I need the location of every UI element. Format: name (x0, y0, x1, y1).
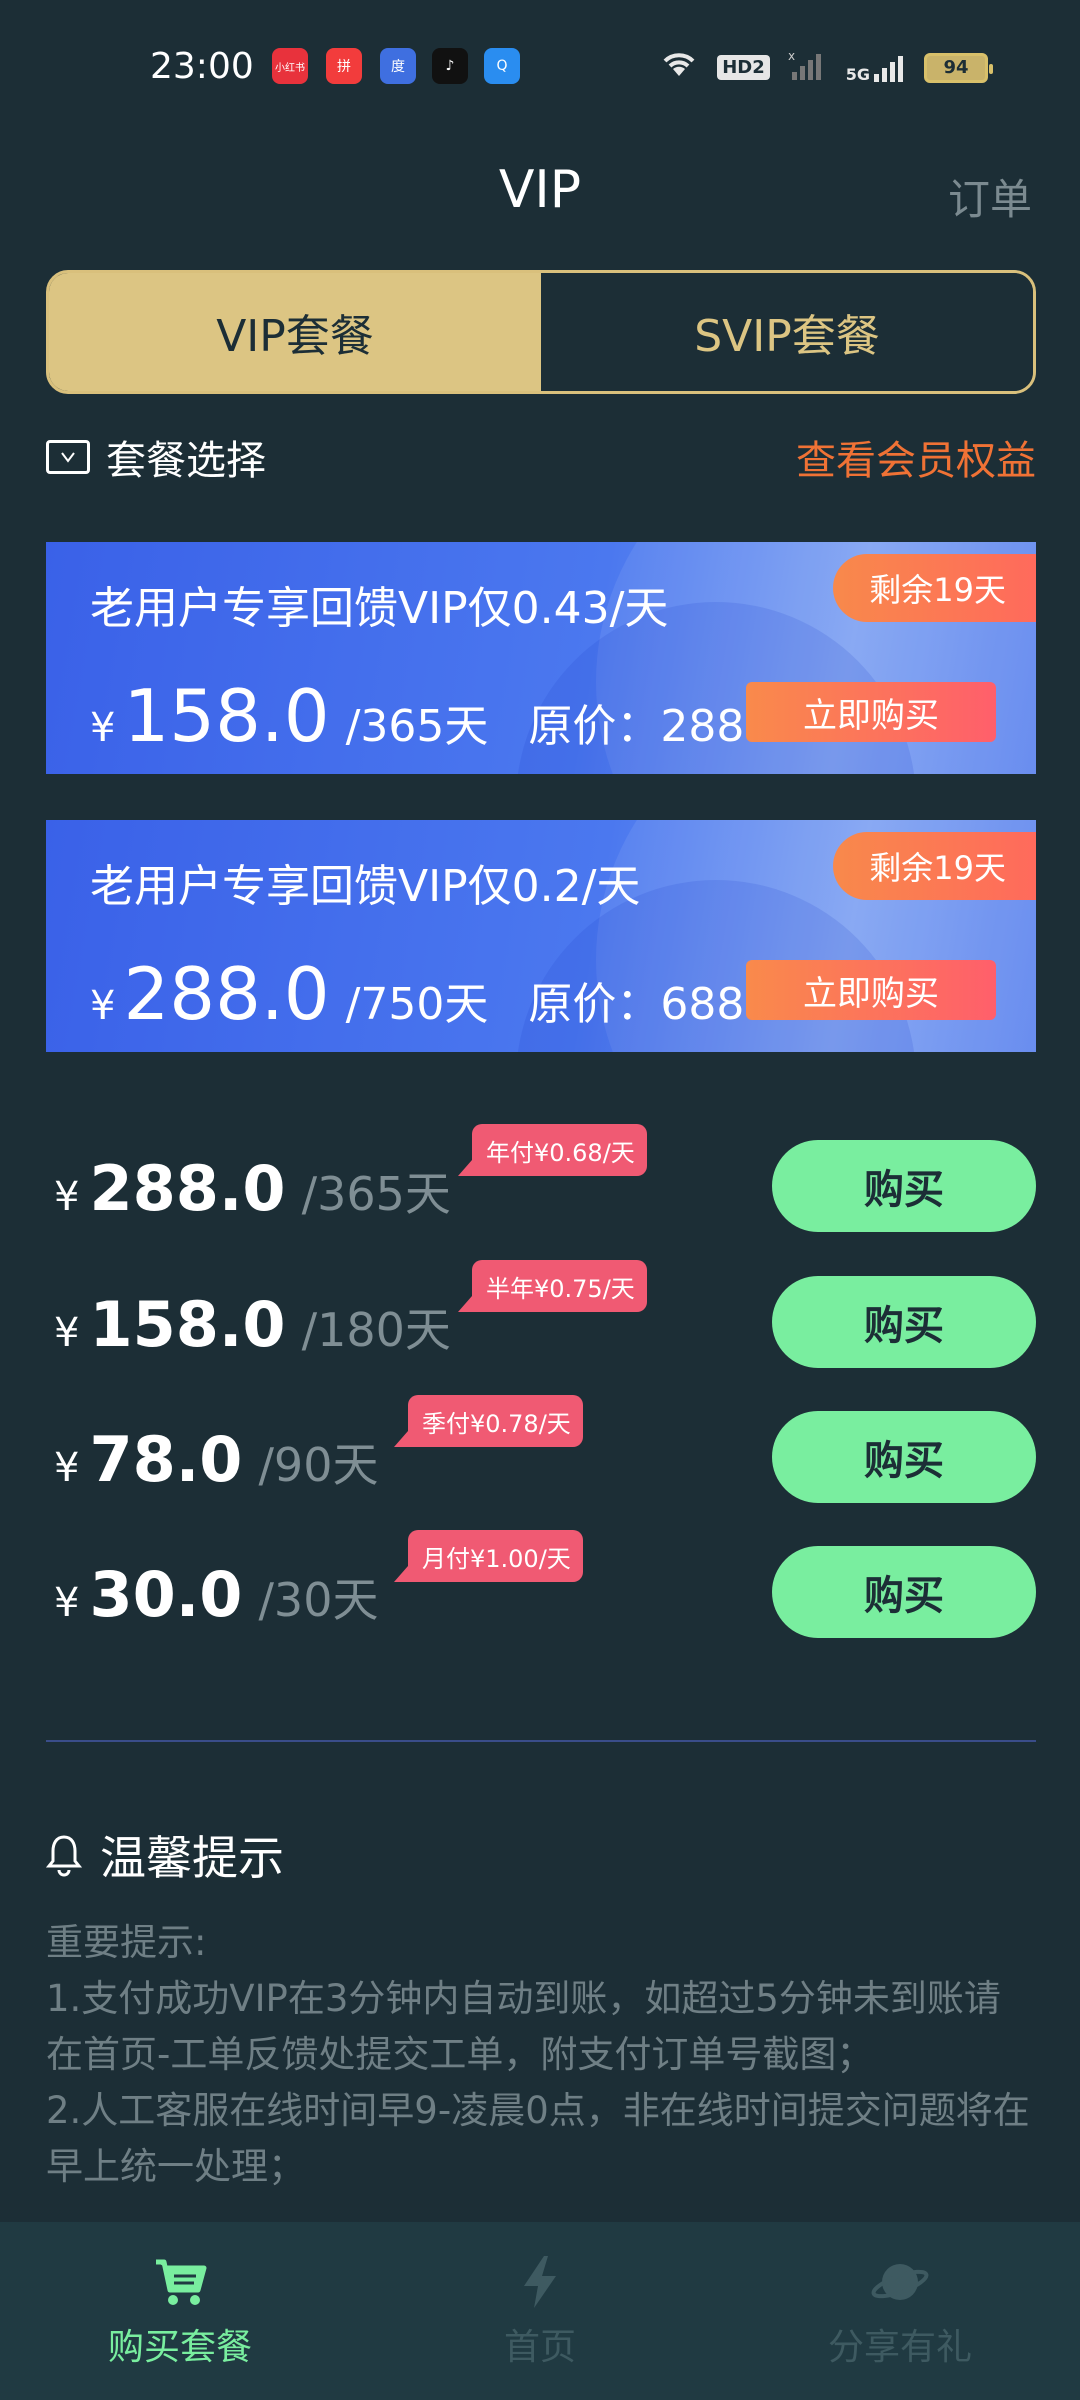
search-app-icon: Q (484, 48, 520, 84)
tips-line: 1.支付成功VIP在3分钟内自动到账，如超过5分钟未到账请在首页-工单反馈处提交… (46, 1977, 1001, 2076)
plan-per-day-tag: 年付¥0.68/天 (458, 1124, 647, 1176)
tips-line: 重要提示: (46, 1921, 207, 1964)
orders-button[interactable]: 订单 (948, 166, 1032, 227)
plan-row-half-year: ¥ 158.0 /180天 半年¥0.75/天 购买 (46, 1260, 1036, 1378)
promo-period: /750天 (345, 979, 489, 1030)
status-indicators: HD2 x 5G 94 (659, 48, 993, 87)
plan-price-wrap: ¥ 30.0 /30天 (54, 1558, 378, 1631)
nav-label: 购买套餐 (107, 2327, 252, 2368)
plan-row-monthly: ¥ 30.0 /30天 月付¥1.00/天 购买 (46, 1530, 1036, 1648)
promo-price-row: ¥ 158.0 /365天 原价：288.0 (90, 674, 786, 758)
planet-icon (870, 2252, 930, 2312)
buy-now-button[interactable]: 立即购买 (746, 960, 996, 1020)
plan-price: 158.0 (89, 1288, 286, 1361)
tab-vip[interactable]: VIP套餐 (49, 273, 541, 391)
plan-price: 30.0 (89, 1558, 243, 1631)
section-title: 套餐选择 (46, 428, 266, 486)
plan-per-day-tag: 月付¥1.00/天 (394, 1530, 583, 1582)
promo-card[interactable]: 老用户专享回馈VIP仅0.43/天 剩余19天 ¥ 158.0 /365天 原价… (46, 542, 1036, 774)
signal-5g-icon: 5G (846, 52, 906, 84)
battery-icon: 94 (924, 52, 993, 83)
currency-symbol: ¥ (54, 1445, 80, 1491)
promo-price: 288.0 (123, 952, 330, 1036)
plan-period: /365天 (301, 1167, 451, 1221)
plan-type-tabs: VIP套餐 SVIP套餐 (46, 270, 1036, 394)
plan-price-wrap: ¥ 158.0 /180天 (54, 1288, 451, 1361)
bell-icon (45, 1833, 83, 1877)
plan-row-quarterly: ¥ 78.0 /90天 季付¥0.78/天 购买 (46, 1395, 1036, 1513)
nav-home[interactable]: 首页 (360, 2222, 720, 2400)
wifi-icon (659, 48, 699, 87)
nav-label: 首页 (503, 2327, 576, 2368)
view-benefits-link[interactable]: 查看会员权益 (796, 428, 1036, 486)
package-selection-row: 套餐选择 查看会员权益 (46, 428, 1036, 488)
plan-per-day-tag: 半年¥0.75/天 (458, 1260, 647, 1312)
bottom-nav: 购买套餐 首页 分享有礼 (0, 2222, 1080, 2400)
promo-price: 158.0 (123, 674, 330, 758)
baidu-app-icon: 度 (380, 48, 416, 84)
lightning-icon (510, 2252, 570, 2312)
section-divider (46, 1740, 1036, 1742)
tips-line: 2.人工客服在线时间早9-凌晨0点，非在线时间提交问题将在早上统一处理； (46, 2089, 1030, 2188)
plan-price: 78.0 (89, 1423, 243, 1496)
cart-icon (150, 2252, 210, 2312)
remaining-days-badge: 剩余19天 (833, 554, 1036, 622)
buy-now-button[interactable]: 立即购买 (746, 682, 996, 742)
currency-symbol: ¥ (90, 983, 116, 1029)
xiaohongshu-app-icon: 小红书 (272, 48, 308, 84)
buy-button[interactable]: 购买 (772, 1140, 1036, 1232)
nav-label: 分享有礼 (827, 2327, 972, 2368)
remaining-days-badge: 剩余19天 (833, 832, 1036, 900)
tab-svip[interactable]: SVIP套餐 (541, 273, 1033, 391)
tips-heading-label: 温馨提示 (100, 1831, 284, 1885)
promo-card[interactable]: 老用户专享回馈VIP仅0.2/天 剩余19天 ¥ 288.0 /750天 原价：… (46, 820, 1036, 1052)
status-bar: 23:00 小红书 拼 度 ♪ Q HD2 x 5G 94 (0, 0, 1080, 120)
nav-buy-package[interactable]: 购买套餐 (0, 2222, 360, 2400)
buy-button[interactable]: 购买 (772, 1546, 1036, 1638)
plan-period: /30天 (258, 1573, 379, 1627)
status-time: 23:00 (150, 46, 254, 87)
tiktok-app-icon: ♪ (432, 48, 468, 84)
plan-per-day-tag: 季付¥0.78/天 (394, 1395, 583, 1447)
plan-row-yearly: ¥ 288.0 /365天 年付¥0.68/天 购买 (46, 1124, 1036, 1242)
pinduoduo-app-icon: 拼 (326, 48, 362, 84)
vip-box-icon (46, 440, 90, 474)
tips-heading: 温馨提示 (45, 1822, 284, 1888)
signal-no-service-icon: x (788, 49, 828, 86)
plan-price-wrap: ¥ 288.0 /365天 (54, 1152, 451, 1225)
plan-period: /180天 (301, 1303, 451, 1357)
promo-period: /365天 (345, 701, 489, 752)
tips-text: 重要提示: 1.支付成功VIP在3分钟内自动到账，如超过5分钟未到账请在首页-工… (46, 1915, 1036, 2195)
plan-price: 288.0 (89, 1152, 286, 1225)
currency-symbol: ¥ (54, 1310, 80, 1356)
promo-title: 老用户专享回馈VIP仅0.2/天 (90, 861, 641, 912)
svg-text:x: x (788, 50, 795, 63)
hd-badge: HD2 (717, 55, 770, 80)
promo-price-row: ¥ 288.0 /750天 原价：688.0 (90, 952, 786, 1036)
promo-title: 老用户专享回馈VIP仅0.43/天 (90, 583, 669, 634)
buy-button[interactable]: 购买 (772, 1276, 1036, 1368)
nav-share-gift[interactable]: 分享有礼 (720, 2222, 1080, 2400)
currency-symbol: ¥ (54, 1580, 80, 1626)
section-title-label: 套餐选择 (106, 438, 266, 484)
currency-symbol: ¥ (90, 705, 116, 751)
page-title: VIP (498, 160, 582, 220)
plan-period: /90天 (258, 1438, 379, 1492)
buy-button[interactable]: 购买 (772, 1411, 1036, 1503)
plan-price-wrap: ¥ 78.0 /90天 (54, 1423, 378, 1496)
currency-symbol: ¥ (54, 1174, 80, 1220)
